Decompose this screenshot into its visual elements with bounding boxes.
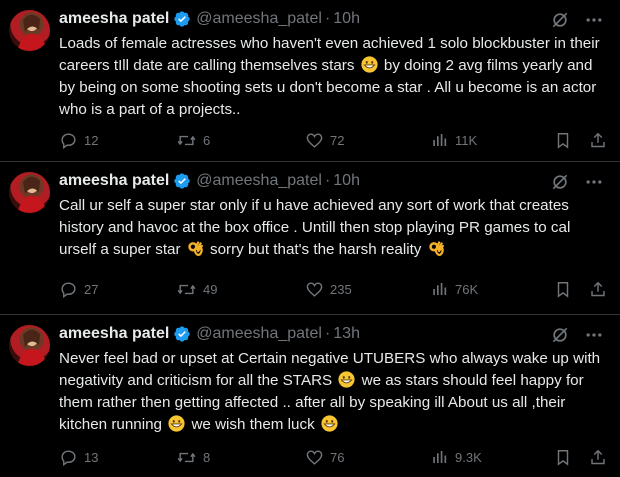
like-button[interactable]: 72 [305,129,344,151]
grok-icon[interactable] [550,325,570,350]
share-button[interactable] [589,278,607,300]
tweet-text-segment: we wish them luck [187,416,319,433]
view-count: 76K [455,281,479,297]
tweet-header: ameesha patel @ameesha_patel · 10h [59,8,608,30]
repost-button[interactable]: 49 [176,278,217,300]
timestamp[interactable]: 13h [333,325,360,343]
tweet-text: Never feel bad or upset at Certain negat… [59,348,606,436]
repost-button[interactable]: 8 [176,446,210,468]
tweet-header: ameesha patel @ameesha_patel · 10h [59,170,608,192]
verified-badge-icon [173,325,191,343]
like-count: 72 [330,132,345,148]
repost-count: 8 [203,449,211,465]
like-count: 235 [330,281,352,297]
tweet[interactable]: ameesha patel @ameesha_patel · 10h Loads… [0,0,620,162]
author-name[interactable]: ameesha patel [59,325,169,343]
separator-dot: · [324,10,331,27]
action-bar: 12 6 72 11K [59,129,610,151]
share-button[interactable] [589,446,607,468]
action-bar: 27 49 235 76K [59,278,610,300]
repost-button[interactable]: 6 [176,129,210,151]
view-count: 11K [455,132,478,148]
tweet-text: Call ur self a super star only if u have… [59,195,606,261]
like-count: 76 [330,449,345,465]
like-button[interactable]: 235 [305,278,352,300]
repost-count: 6 [203,132,211,148]
view-count: 9.3K [455,449,482,465]
like-button[interactable]: 76 [305,446,344,468]
author-name[interactable]: ameesha patel [59,10,169,28]
avatar[interactable] [9,172,50,213]
timestamp[interactable]: 10h [333,172,360,190]
reply-button[interactable]: 13 [59,446,98,468]
reply-button[interactable]: 27 [59,278,98,300]
tweet[interactable]: ameesha patel @ameesha_patel · 13h Never… [0,315,620,477]
bookmark-button[interactable] [554,278,572,300]
verified-badge-icon [173,172,191,190]
views-button[interactable]: 76K [431,278,478,300]
author-handle[interactable]: @ameesha_patel [196,325,322,343]
more-options-icon[interactable] [584,172,604,197]
action-bar: 13 8 76 9.3K [59,446,610,468]
ok-hand-emoji [428,241,444,256]
timeline-feed: ameesha patel @ameesha_patel · 10h Loads… [0,0,620,477]
tweet-text: Loads of female actresses who haven't ev… [59,33,606,121]
grok-icon[interactable] [550,172,570,197]
views-button[interactable]: 11K [431,129,477,151]
bookmark-button[interactable] [554,129,572,151]
grinning-face-emoji [321,415,338,432]
views-button[interactable]: 9.3K [431,446,482,468]
grinning-face-emoji [168,415,185,432]
grinning-face-emoji [361,56,378,73]
bookmark-button[interactable] [554,446,572,468]
reply-button[interactable]: 12 [59,129,98,151]
tweet-header: ameesha patel @ameesha_patel · 13h [59,323,608,345]
more-options-icon[interactable] [584,10,604,35]
share-button[interactable] [589,129,607,151]
separator-dot: · [324,325,331,342]
tweet[interactable]: ameesha patel @ameesha_patel · 10h Call … [0,162,620,315]
avatar[interactable] [9,325,50,366]
author-name[interactable]: ameesha patel [59,172,169,190]
timestamp[interactable]: 10h [333,10,360,28]
reply-count: 13 [84,449,99,465]
reply-count: 12 [84,132,99,148]
grok-icon[interactable] [550,10,570,35]
reply-count: 27 [84,281,99,297]
grinning-face-emoji [338,371,355,388]
ok-hand-emoji [188,241,203,256]
separator-dot: · [324,172,331,189]
verified-badge-icon [173,10,191,28]
author-handle[interactable]: @ameesha_patel [196,172,322,190]
avatar[interactable] [9,10,50,51]
author-handle[interactable]: @ameesha_patel [196,10,322,28]
repost-count: 49 [203,281,218,297]
tweet-text-segment: sorry but that's the harsh reality [205,241,426,258]
more-options-icon[interactable] [584,325,604,350]
